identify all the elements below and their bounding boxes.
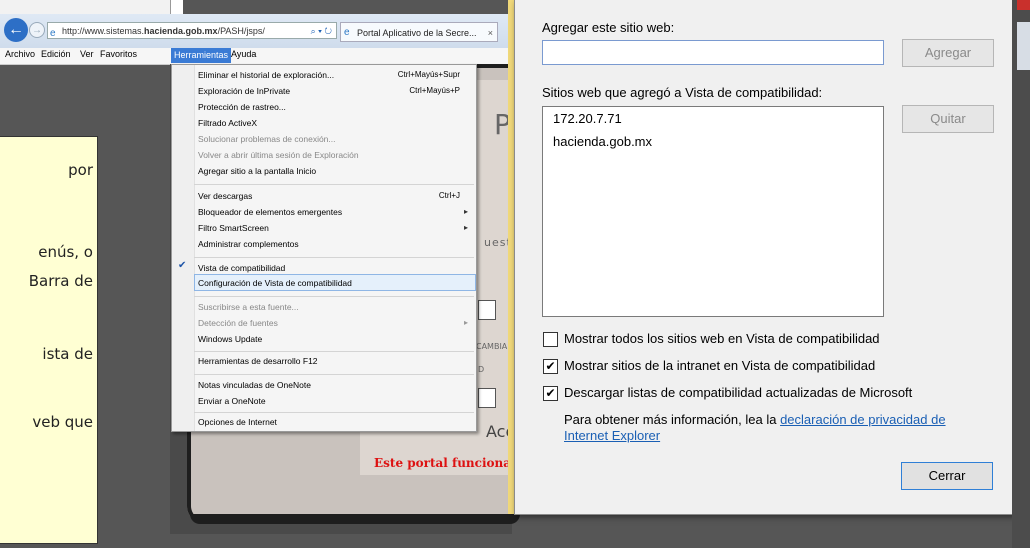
menu-item-proteccion-rastreo[interactable]: Protección de rastreo... xyxy=(198,102,286,112)
add-site-label: Agregar este sitio web: xyxy=(542,20,675,35)
menu-item-inprivate[interactable]: Exploración de InPrivate xyxy=(198,86,290,96)
intranet-label[interactable]: Mostrar sitios de la intranet en Vista d… xyxy=(564,358,875,373)
menu-item-herramientas-desarrollo[interactable]: Herramientas de desarrollo F12 xyxy=(198,356,318,366)
download-lists-checkbox[interactable]: ✔ xyxy=(543,386,558,401)
close-tab-icon[interactable]: × xyxy=(488,23,493,41)
submenu-arrow-icon: ▸ xyxy=(463,318,468,327)
background-window-toolbar xyxy=(1017,22,1030,70)
portal-input[interactable] xyxy=(478,388,496,408)
add-site-input[interactable] xyxy=(542,40,884,65)
menu-gutter xyxy=(172,65,195,431)
portal-frame-bottom xyxy=(190,514,520,524)
ie-icon: e xyxy=(50,28,56,39)
portal-text-fragment: CAMBIA xyxy=(476,342,508,351)
url-path: /PASH/jsps/ xyxy=(217,26,265,36)
tools-dropdown-menu: ✔ Eliminar el historial de exploración..… xyxy=(171,64,477,432)
menu-item-enviar-onenote[interactable]: Enviar a OneNote xyxy=(198,396,266,406)
site-list[interactable]: 172.20.7.71 hacienda.gob.mx xyxy=(542,106,884,317)
menu-favoritos[interactable]: Favoritos xyxy=(100,49,137,59)
download-lists-label[interactable]: Descargar listas de compatibilidad actua… xyxy=(564,385,912,400)
menu-item-solucionar-problemas: Solucionar problemas de conexión... xyxy=(198,134,336,144)
privacy-link[interactable]: declaración de privacidad de xyxy=(780,412,946,427)
menu-separator xyxy=(194,184,474,185)
forward-button[interactable]: → xyxy=(29,22,45,38)
menu-ayuda[interactable]: Ayuda xyxy=(231,49,256,59)
menu-item-suscribirse-fuente: Suscribirse a esta fuente... xyxy=(198,302,299,312)
show-all-label[interactable]: Mostrar todos los sitios web en Vista de… xyxy=(564,331,880,346)
menu-ver[interactable]: Ver xyxy=(80,49,94,59)
show-all-checkbox[interactable] xyxy=(543,332,558,347)
menu-archivo[interactable]: Archivo xyxy=(5,49,35,59)
submenu-arrow-icon: ▸ xyxy=(463,223,468,232)
menu-item-administrar-complementos[interactable]: Administrar complementos xyxy=(198,239,299,249)
shortcut-label: Ctrl+J xyxy=(438,191,460,200)
menu-separator xyxy=(194,351,474,352)
search-refresh-icons[interactable]: ⌕ ▾ ↻ xyxy=(311,23,332,40)
address-bar[interactable]: e http://www.sistemas.hacienda.gob.mx/PA… xyxy=(47,22,337,39)
menu-item-eliminar-historial[interactable]: Eliminar el historial de exploración... xyxy=(198,70,334,80)
shortcut-label: Ctrl+Mayús+P xyxy=(409,86,460,95)
close-window-icon[interactable] xyxy=(1017,0,1030,10)
browser-title-strip-edge xyxy=(170,0,183,14)
info-text: Para obtener más información, lea la xyxy=(564,412,781,427)
site-list-label: Sitios web que agregó a Vista de compati… xyxy=(542,85,823,100)
list-item[interactable]: 172.20.7.71 xyxy=(553,111,622,126)
url-prefix: http://www.sistemas. xyxy=(62,26,145,36)
info-text-line: Para obtener más información, lea la dec… xyxy=(564,412,946,427)
back-button[interactable]: ← xyxy=(4,18,28,42)
menu-item-configuracion-vista-compatibilidad[interactable]: Configuración de Vista de compatibilidad xyxy=(198,278,352,288)
menu-item-windows-update[interactable]: Windows Update xyxy=(198,334,262,344)
portal-footer-notice: Este portal funciona c xyxy=(374,456,523,470)
ie-icon: e xyxy=(344,27,350,38)
add-button[interactable]: Agregar xyxy=(902,39,994,67)
menu-item-filtrado-activex[interactable]: Filtrado ActiveX xyxy=(198,118,257,128)
compat-view-dialog: Agregar este sitio web: Agregar Sitios w… xyxy=(514,0,1014,515)
menu-item-deteccion-fuentes: Detección de fuentes xyxy=(198,318,278,328)
checkmark-icon: ✔ xyxy=(178,260,187,271)
tab-portal[interactable]: e Portal Aplicativo de la Secre... × xyxy=(340,22,498,42)
menu-item-opciones-internet[interactable]: Opciones de Internet xyxy=(198,417,277,427)
menu-item-volver-abrir-sesion: Volver a abrir última sesión de Explorac… xyxy=(198,150,359,160)
note-line: por xyxy=(68,161,93,179)
list-item[interactable]: hacienda.gob.mx xyxy=(553,134,652,149)
menu-item-filtro-smartscreen[interactable]: Filtro SmartScreen xyxy=(198,223,269,233)
portal-text-fragment: D xyxy=(478,365,485,374)
menu-separator xyxy=(194,257,474,258)
intranet-checkbox[interactable]: ✔ xyxy=(543,359,558,374)
tab-label: Portal Aplicativo de la Secre... xyxy=(357,28,477,38)
menu-separator xyxy=(194,296,474,297)
note-line: veb que xyxy=(32,413,93,431)
privacy-link-cont[interactable]: Internet Explorer xyxy=(564,428,660,443)
shortcut-label: Ctrl+Mayús+Supr xyxy=(397,70,460,79)
menu-edicion[interactable]: Edición xyxy=(41,49,71,59)
menu-separator xyxy=(194,374,474,375)
background-window-edge xyxy=(1012,0,1030,548)
instruction-note: por enús, o Barra de ista de veb que xyxy=(0,136,98,544)
browser-title-strip xyxy=(0,0,170,15)
menu-item-bloqueador-emergentes[interactable]: Bloqueador de elementos emergentes xyxy=(198,207,342,217)
url-domain: hacienda.gob.mx xyxy=(144,26,218,36)
menu-item-vista-compatibilidad[interactable]: Vista de compatibilidad xyxy=(198,263,285,273)
portal-input[interactable] xyxy=(478,300,496,320)
menu-item-notas-onenote[interactable]: Notas vinculadas de OneNote xyxy=(198,380,311,390)
remove-button[interactable]: Quitar xyxy=(902,105,994,133)
submenu-arrow-icon: ▸ xyxy=(463,207,468,216)
close-button[interactable]: Cerrar xyxy=(901,462,993,490)
menu-herramientas[interactable]: Herramientas xyxy=(171,48,232,63)
menu-item-ver-descargas[interactable]: Ver descargas xyxy=(198,191,252,201)
menu-separator xyxy=(194,412,474,413)
note-line: Barra de xyxy=(28,272,93,290)
note-line: ista de xyxy=(42,345,93,363)
menu-item-agregar-inicio[interactable]: Agregar sitio a la pantalla Inicio xyxy=(198,166,316,176)
note-line: enús, o xyxy=(38,243,93,261)
